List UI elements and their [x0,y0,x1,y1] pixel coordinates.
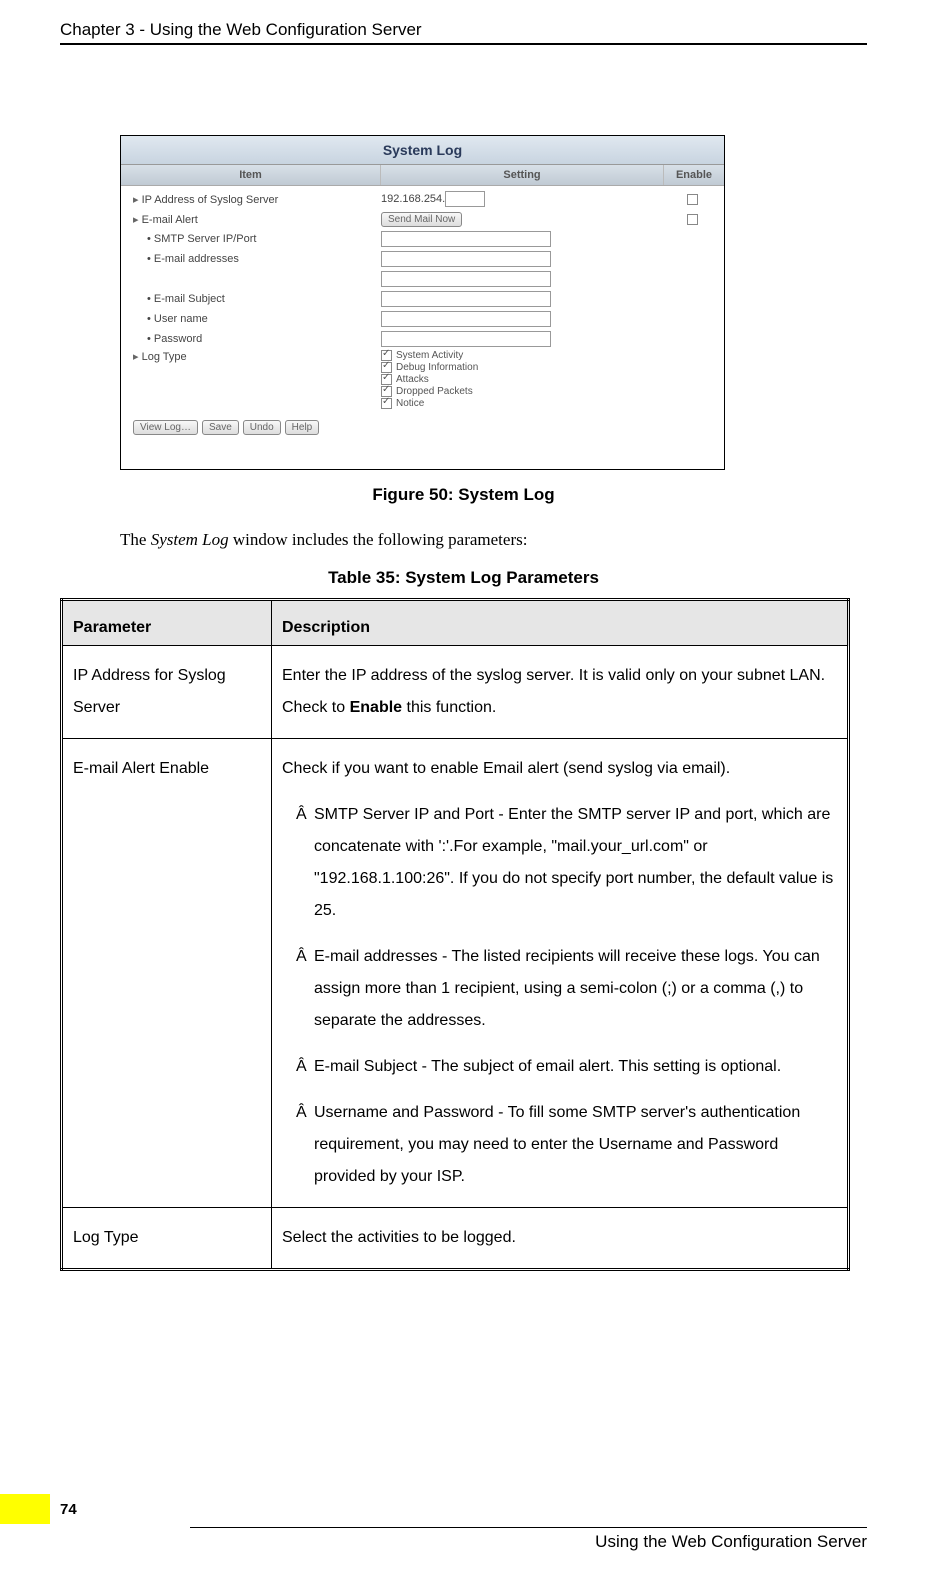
th-item: Item [121,165,381,185]
subject-input[interactable] [381,291,551,307]
email-enable-checkbox[interactable] [687,214,698,225]
screenshot-header-row: Item Setting Enable [121,165,724,186]
label-smtp: SMTP Server IP/Port [129,233,381,245]
cb-label-2: Attacks [396,374,429,385]
label-subject: E-mail Subject [129,293,381,305]
table-caption: Table 35: System Log Parameters [60,568,867,588]
password-input[interactable] [381,331,551,347]
screenshot-body: IP Address of Syslog Server 192.168.254.… [121,186,724,469]
figure-caption: Figure 50: System Log [60,485,867,505]
intro-suffix: window includes the following parameters… [229,530,528,549]
chapter-header: Chapter 3 - Using the Web Configuration … [60,20,867,45]
label-logtype: Log Type [129,350,381,363]
footer-text: Using the Web Configuration Server [0,1528,927,1552]
param-cell: IP Address for Syslog Server [62,646,272,739]
table-row: Log Type Select the activities to be log… [62,1208,849,1270]
list-item: ÂSMTP Server IP and Port - Enter the SMT… [282,799,837,927]
table-row: E-mail Alert Enable Check if you want to… [62,739,849,1208]
view-log-button[interactable]: View Log… [133,420,198,435]
th-description: Description [272,600,849,646]
desc-text-2: this function. [402,699,496,716]
desc-bold: Enable [350,699,402,716]
th-parameter: Parameter [62,600,272,646]
cb-label-3: Dropped Packets [396,386,473,397]
list-item: ÂE-mail addresses - The listed recipient… [282,941,837,1037]
syslog-ip-prefix: 192.168.254. [381,193,445,205]
list-text: SMTP Server IP and Port - Enter the SMTP… [314,806,833,919]
cb-label-4: Notice [396,398,424,409]
screenshot-title: System Log [121,136,724,165]
label-syslog-ip: IP Address of Syslog Server [129,193,381,206]
addresses-input[interactable] [381,251,551,267]
desc-cell: Select the activities to be logged. [272,1208,849,1270]
intro-prefix: The [120,530,151,549]
desc-list: ÂSMTP Server IP and Port - Enter the SMT… [282,799,837,1193]
label-addresses: E-mail addresses [129,253,381,265]
list-text: Username and Password - To fill some SMT… [314,1104,800,1185]
param-cell: E-mail Alert Enable [62,739,272,1208]
logtype-options: System Activity Debug Information Attack… [381,350,668,410]
cb-notice[interactable] [381,398,392,409]
page-number: 74 [50,1501,77,1518]
desc-intro: Check if you want to enable Email alert … [282,753,837,785]
label-username: User name [129,313,381,325]
list-text: E-mail addresses - The listed recipients… [314,948,820,1029]
list-marker-icon: Â [296,1051,314,1083]
syslog-ip-input[interactable] [445,191,485,207]
list-marker-icon: Â [296,941,314,973]
list-item: ÂE-mail Subject - The subject of email a… [282,1051,837,1083]
addresses-input-2[interactable] [381,271,551,287]
send-mail-button[interactable]: Send Mail Now [381,212,462,227]
intro-text: The System Log window includes the follo… [120,530,867,550]
desc-cell: Check if you want to enable Email alert … [272,739,849,1208]
label-password: Password [129,333,381,345]
intro-italic: System Log [151,530,229,549]
list-text: E-mail Subject - The subject of email al… [314,1058,781,1075]
list-item: ÂUsername and Password - To fill some SM… [282,1097,837,1193]
desc-cell: Enter the IP address of the syslog serve… [272,646,849,739]
th-setting: Setting [381,165,664,185]
yellow-block-icon [0,1494,50,1524]
table-row: IP Address for Syslog Server Enter the I… [62,646,849,739]
th-enable: Enable [664,165,724,185]
footer: Using the Web Configuration Server 74 [0,1527,927,1552]
param-cell: Log Type [62,1208,272,1270]
screenshot-button-row: View Log… Save Undo Help [129,412,716,465]
undo-button[interactable]: Undo [243,420,281,435]
cb-label-0: System Activity [396,350,463,361]
list-marker-icon: Â [296,1097,314,1129]
smtp-input[interactable] [381,231,551,247]
page-number-box: 74 [0,1494,77,1524]
setting-syslog-ip: 192.168.254. [381,191,668,207]
param-table: Parameter Description IP Address for Sys… [60,598,850,1271]
save-button[interactable]: Save [202,420,239,435]
cb-label-1: Debug Information [396,362,478,373]
screenshot-system-log: System Log Item Setting Enable IP Addres… [120,135,725,470]
help-button[interactable]: Help [285,420,320,435]
list-marker-icon: Â [296,799,314,831]
syslog-enable-checkbox[interactable] [687,194,698,205]
username-input[interactable] [381,311,551,327]
label-email-alert: E-mail Alert [129,213,381,226]
